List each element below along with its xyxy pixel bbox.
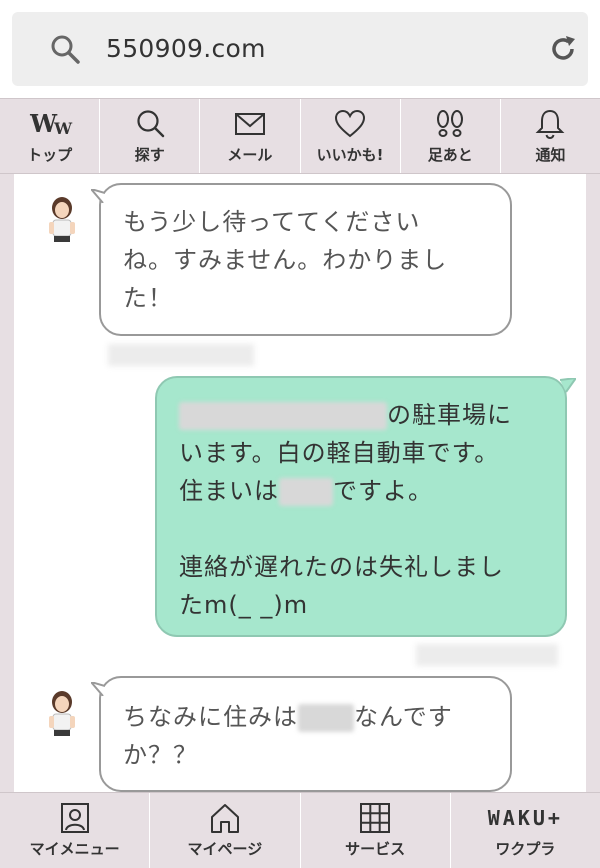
message-timestamp	[108, 344, 254, 366]
nav-notifications-label: 通知	[535, 145, 566, 164]
nav-footprints[interactable]: 足あと	[401, 99, 501, 173]
home-icon	[210, 804, 239, 833]
message-line: た！	[123, 284, 173, 312]
message-line: なんです	[354, 703, 453, 731]
top-nav: WW トップ 探す メール いいかも! 足あと 通知	[0, 98, 600, 174]
message-line: います。白の軽自動車です。	[179, 439, 500, 467]
search-icon	[137, 109, 164, 137]
nav-like[interactable]: いいかも!	[301, 99, 401, 173]
message-line: の駐車場に	[387, 401, 512, 429]
redacted-area	[298, 704, 354, 732]
redacted-area	[279, 478, 333, 506]
grid-icon	[360, 803, 391, 833]
search-icon	[51, 35, 80, 64]
message-line: ちなみに住みは	[123, 703, 298, 731]
bell-icon	[536, 109, 565, 139]
bnav-wakupla[interactable]: WAKU+ ワクプラ	[451, 793, 600, 868]
bnav-service-label: サービス	[345, 840, 406, 858]
message-line: か？？	[123, 741, 198, 769]
bnav-wakupla-label: ワクプラ	[495, 840, 556, 858]
bubble-tail	[560, 378, 576, 393]
right-frame	[586, 174, 600, 792]
message-line: もう少し待っててください	[123, 208, 421, 236]
nav-notifications[interactable]: 通知	[501, 99, 600, 173]
message-line: 住まいは	[179, 477, 279, 505]
message-timestamp	[416, 644, 558, 666]
browser-chrome: 550909.com	[0, 0, 600, 98]
message-incoming: ちなみに住みは なんです か？？	[91, 676, 512, 792]
message-incoming: もう少し待っててください ね。すみません。わかりまし た！	[91, 183, 512, 336]
address-bar[interactable]: 550909.com	[12, 12, 588, 86]
mail-icon	[234, 112, 265, 135]
nav-top[interactable]: WW トップ	[0, 99, 101, 173]
left-frame	[0, 174, 14, 792]
bnav-mymenu-label: マイメニュー	[29, 840, 120, 858]
nav-mail[interactable]: メール	[200, 99, 301, 173]
partner-avatar[interactable]	[40, 686, 84, 738]
nav-like-label: いいかも!	[316, 145, 384, 164]
nav-footprints-label: 足あと	[427, 145, 473, 164]
reload-icon[interactable]	[548, 34, 578, 64]
bnav-service[interactable]: サービス	[301, 793, 451, 868]
redacted-location	[179, 402, 387, 430]
url-text[interactable]: 550909.com	[106, 34, 266, 64]
bubble-tail	[91, 682, 105, 696]
message-line: ね。すみません。わかりまし	[123, 246, 448, 274]
partner-avatar[interactable]	[40, 192, 84, 244]
message-line: 連絡が遅れたのは失礼しまし	[179, 553, 504, 581]
message-outgoing: の駐車場に います。白の軽自動車です。 住まいは ですよ。 連絡が遅れたのは失礼し…	[155, 376, 576, 637]
bnav-mypage-label: マイページ	[187, 840, 263, 858]
footprints-icon	[437, 109, 464, 137]
bubble-tail	[91, 189, 105, 203]
chat-thread[interactable]: もう少し待っててください ね。すみません。わかりまし た！ の駐車場に います。…	[0, 174, 600, 792]
nav-mail-label: メール	[227, 145, 273, 164]
message-line: ですよ。	[333, 477, 433, 505]
nav-search[interactable]: 探す	[100, 99, 201, 173]
message-line: たm(_ _)m	[179, 591, 309, 619]
bottom-nav: マイメニュー マイページ サービス WAKU+ ワクプラ	[0, 792, 600, 868]
nav-search-label: 探す	[134, 145, 165, 164]
waku-plus-icon: WAKU+	[487, 806, 563, 830]
ww-logo-icon: WW	[30, 109, 72, 138]
nav-top-label: トップ	[27, 145, 73, 164]
profile-icon	[60, 803, 89, 833]
bnav-mymenu[interactable]: マイメニュー	[0, 793, 151, 868]
heart-icon	[335, 109, 366, 137]
bnav-mypage[interactable]: マイページ	[150, 793, 301, 868]
